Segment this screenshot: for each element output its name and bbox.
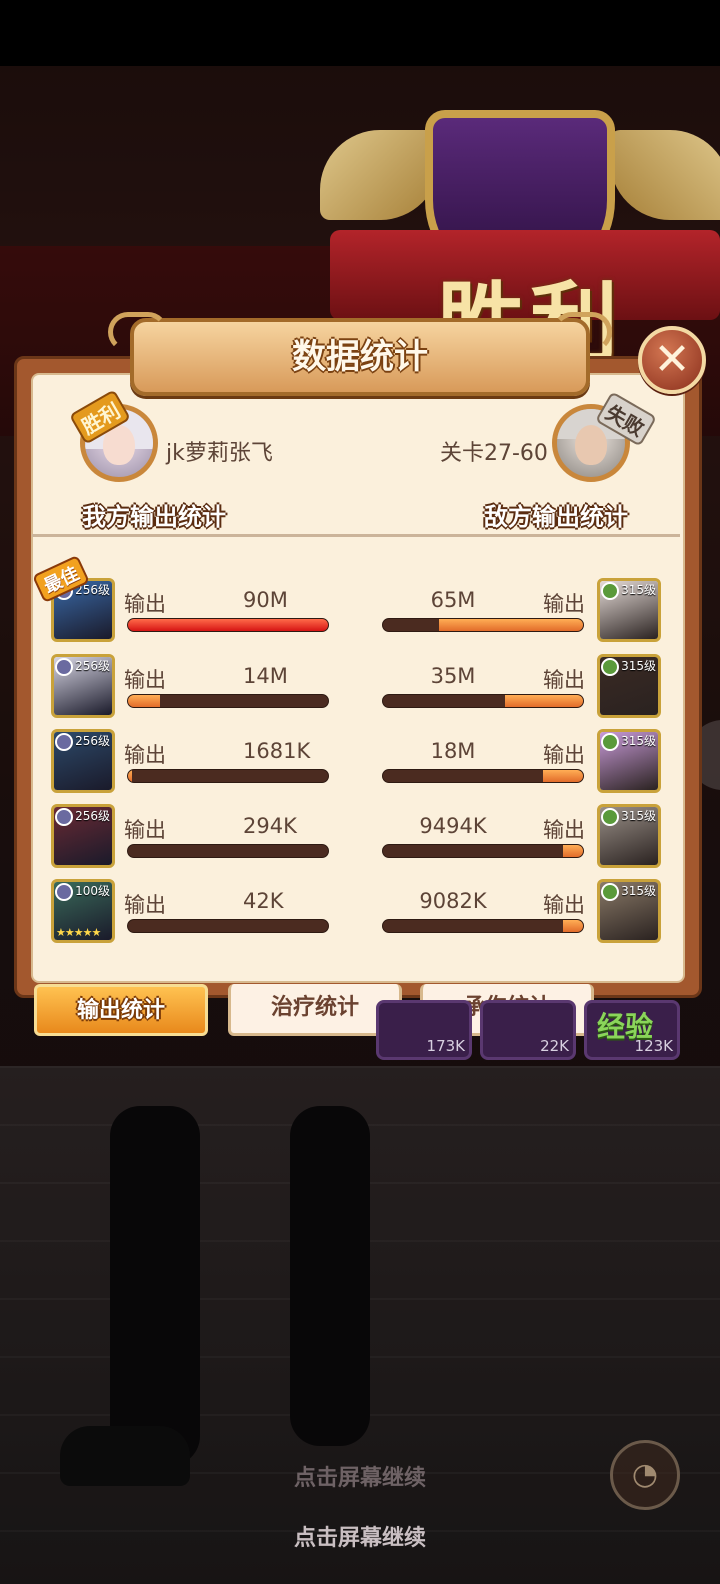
ally-output-bar xyxy=(127,694,329,708)
stats-row: 256级 输出 294K 9494K 输出 315级 xyxy=(0,802,720,872)
ally-output-bar-fill xyxy=(128,770,132,782)
hero-level: 315级 xyxy=(621,659,656,673)
enemy-hero-portrait[interactable]: 315级 xyxy=(597,578,661,642)
enemy-output-bar xyxy=(382,694,584,708)
ally-output-label: 输出 xyxy=(124,818,166,842)
ally-output-value: 42K xyxy=(243,889,284,913)
panel-title: 数据统计 xyxy=(292,337,428,377)
close-button[interactable]: ✕ xyxy=(638,326,706,394)
avatar-face xyxy=(575,425,607,465)
enemy-output-bar-fill xyxy=(563,920,583,932)
ally-hero-portrait[interactable]: 100级 ★★★★★ xyxy=(51,879,115,943)
victory-emblem: 胜利 xyxy=(320,90,720,368)
enemy-section-label: 敌方输出统计 xyxy=(484,503,628,531)
element-icon xyxy=(55,733,73,751)
ally-hero-portrait[interactable]: 256级 xyxy=(51,804,115,868)
player-name: jk萝莉张飞 xyxy=(166,441,273,466)
ally-output-value: 294K xyxy=(243,814,297,838)
ally-output-bar xyxy=(127,618,329,632)
stats-row: 256级 输出 1681K 18M 输出 315级 xyxy=(0,727,720,797)
enemy-output-bar-fill xyxy=(543,770,583,782)
hero-level: 100级 xyxy=(75,884,110,898)
replay-icon: ◔ xyxy=(631,1457,659,1492)
ally-output-bar xyxy=(127,769,329,783)
reward-item-exp: 经验 123K xyxy=(584,1000,680,1060)
ally-output-label: 输出 xyxy=(124,592,166,616)
element-icon xyxy=(601,883,619,901)
enemy-hero-portrait[interactable]: 315级 xyxy=(597,879,661,943)
ally-output-bar-fill xyxy=(128,619,328,631)
ally-output-label: 输出 xyxy=(124,893,166,917)
ally-hero-portrait[interactable]: 256级 xyxy=(51,654,115,718)
enemy-output-bar xyxy=(382,618,584,632)
reward-amount: 173K xyxy=(426,1037,465,1055)
wing-right xyxy=(610,130,720,220)
enemy-output-bar xyxy=(382,919,584,933)
wing-left xyxy=(320,130,440,220)
hero-level: 256级 xyxy=(75,659,110,673)
hero-stars: ★★★★★ xyxy=(56,926,101,939)
enemy-output-value: 9082K xyxy=(419,889,487,913)
stats-row: 100级 ★★★★★ 输出 42K 9082K 输出 315级 xyxy=(0,877,720,947)
enemy-output-bar-fill xyxy=(439,619,583,631)
continue-hint[interactable]: 点击屏幕继续 xyxy=(0,1520,720,1552)
ally-hero-portrait[interactable]: 256级 xyxy=(51,729,115,793)
element-icon xyxy=(55,658,73,676)
element-icon xyxy=(601,733,619,751)
hero-level: 315级 xyxy=(621,809,656,823)
enemy-output-label: 输出 xyxy=(543,818,585,842)
tab-damage-stats[interactable]: 输出统计 xyxy=(34,984,208,1036)
enemy-output-bar-fill xyxy=(505,695,583,707)
enemy-output-bar-fill xyxy=(563,845,583,857)
enemy-hero-portrait[interactable]: 315级 xyxy=(597,804,661,868)
stats-row: 256级 输出 14M 35M 输出 315级 xyxy=(0,652,720,722)
ally-output-value: 14M xyxy=(243,664,288,688)
enemy-output-label: 输出 xyxy=(543,592,585,616)
ally-output-value: 90M xyxy=(243,588,288,612)
hero-level: 315级 xyxy=(621,583,656,597)
hero-level: 315级 xyxy=(621,884,656,898)
enemy-output-bar xyxy=(382,769,584,783)
hero-level: 256级 xyxy=(75,734,110,748)
replay-button[interactable]: ◔ xyxy=(610,1440,680,1510)
ally-output-label: 输出 xyxy=(124,668,166,692)
element-icon xyxy=(601,582,619,600)
ally-output-bar xyxy=(127,844,329,858)
enemy-hero-portrait[interactable]: 315级 xyxy=(597,729,661,793)
enemy-output-value: 18M xyxy=(430,739,476,763)
reward-item: 22K xyxy=(480,1000,576,1060)
hero-level: 256级 xyxy=(75,809,110,823)
enemy-output-value: 35M xyxy=(430,664,476,688)
reward-amount: 22K xyxy=(540,1037,569,1055)
element-icon xyxy=(55,808,73,826)
hero-level: 315级 xyxy=(621,734,656,748)
header-divider xyxy=(32,534,680,537)
element-icon xyxy=(601,808,619,826)
reward-amount: 123K xyxy=(634,1037,673,1055)
reward-item: 173K xyxy=(376,1000,472,1060)
stats-row: 256级 输出 90M 65M 输出 315级 xyxy=(0,576,720,646)
element-icon xyxy=(601,658,619,676)
enemy-hero-portrait[interactable]: 315级 xyxy=(597,654,661,718)
enemy-output-label: 输出 xyxy=(543,893,585,917)
enemy-output-label: 输出 xyxy=(543,668,585,692)
element-icon xyxy=(55,883,73,901)
enemy-stage-name: 关卡27-60 xyxy=(440,441,548,466)
ally-output-bar-fill xyxy=(128,695,160,707)
enemy-output-value: 65M xyxy=(430,588,476,612)
ally-output-label: 输出 xyxy=(124,743,166,767)
close-icon: ✕ xyxy=(653,334,691,385)
ally-output-bar xyxy=(127,919,329,933)
ally-section-label: 我方输出统计 xyxy=(82,503,226,531)
enemy-output-value: 9494K xyxy=(419,814,487,838)
panel-title-plate: 数据统计 xyxy=(108,312,612,396)
ally-output-value: 1681K xyxy=(243,739,311,763)
enemy-output-label: 输出 xyxy=(543,743,585,767)
enemy-output-bar xyxy=(382,844,584,858)
